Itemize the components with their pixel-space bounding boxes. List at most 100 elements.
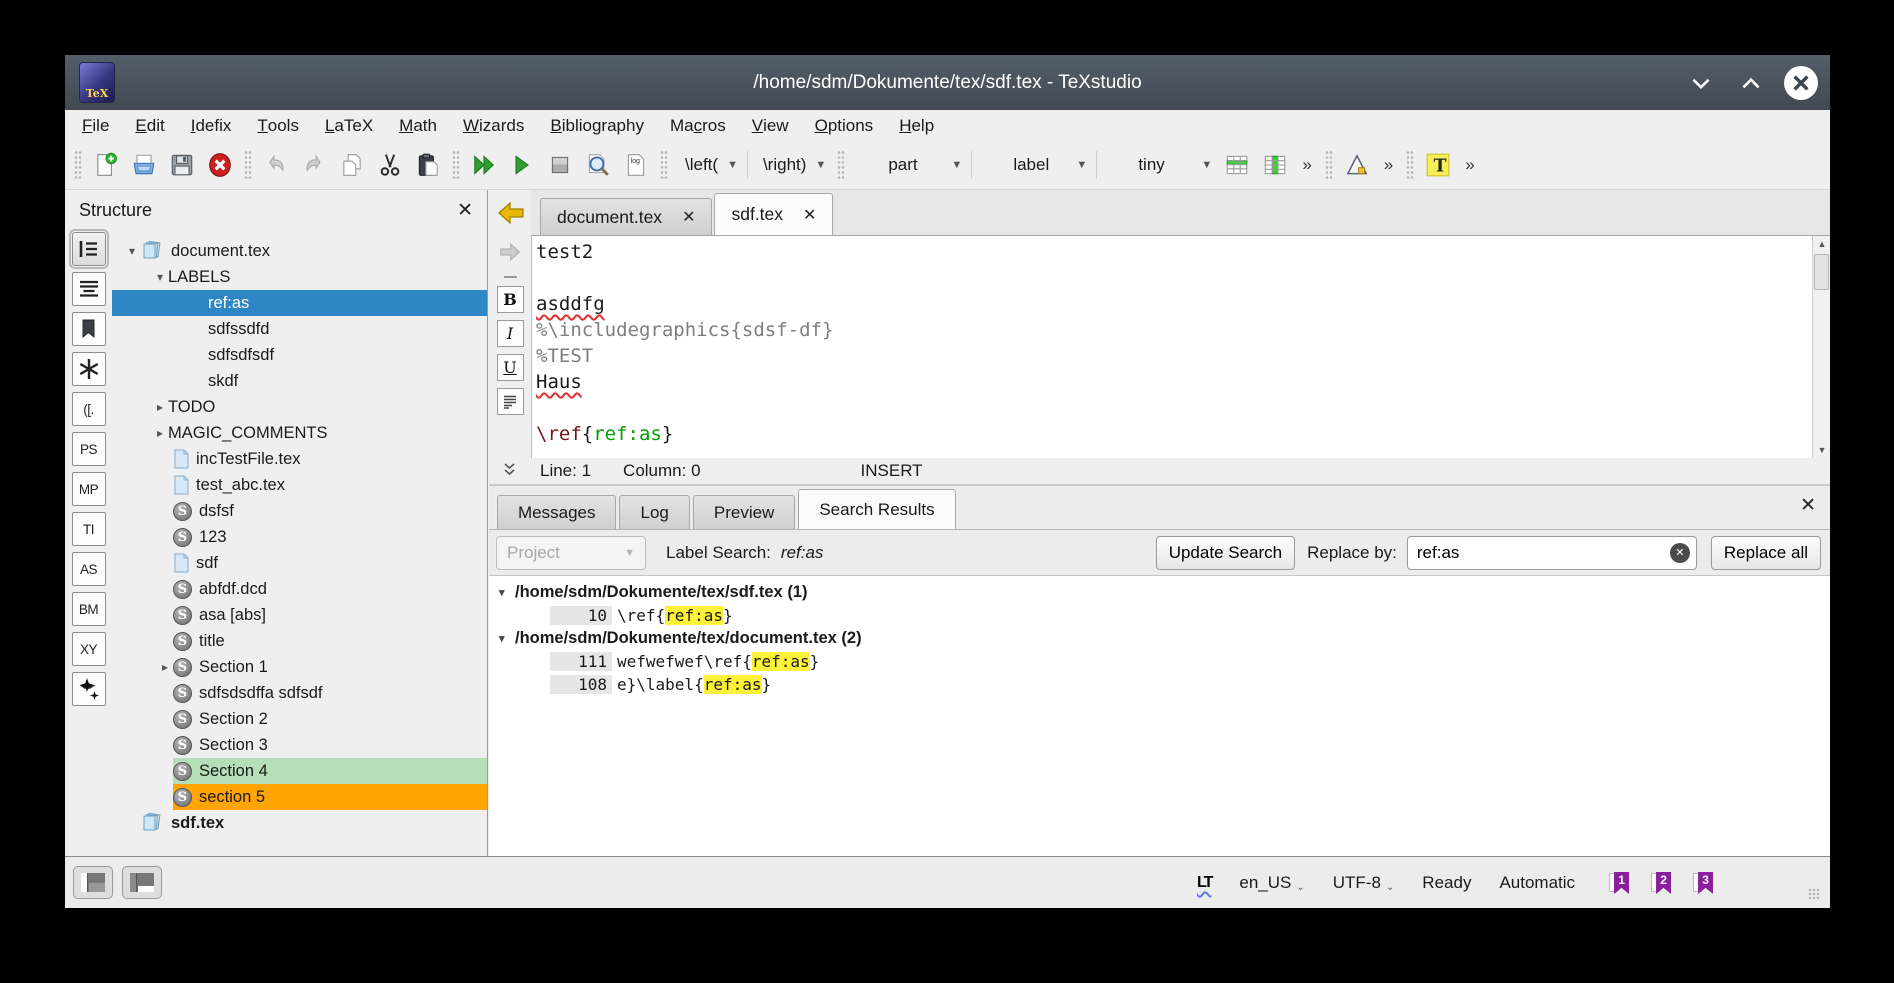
scrollbar-thumb[interactable]	[1814, 254, 1829, 290]
result-file-home-sdm-dokumente-tex-document-tex-2[interactable]: ▾/home/sdm/Dokumente/tex/document.tex (2…	[489, 627, 1830, 650]
expander-closed-icon[interactable]: ▸	[157, 660, 173, 674]
toolbar-overflow-icon[interactable]: »	[1294, 155, 1319, 175]
tree-item-sdfssdfd[interactable]: sdfssdfd	[112, 316, 487, 342]
panel-tab-messages[interactable]: Messages	[497, 495, 616, 529]
expander-closed-icon[interactable]: ▸	[152, 400, 168, 414]
replace-all-button[interactable]: Replace all	[1711, 536, 1821, 570]
document-lines-view-icon[interactable]	[72, 272, 106, 306]
build-and-view-icon[interactable]	[466, 147, 502, 183]
tree-item-inctestfile-tex[interactable]: incTestFile.tex	[112, 446, 487, 472]
table-add-row-icon[interactable]	[1219, 147, 1255, 183]
line-ending-indicator[interactable]: Automatic	[1499, 873, 1575, 893]
tree-item-abfdf-dcd[interactable]: Sabfdf.dcd	[112, 576, 487, 602]
languagetool-icon[interactable]: LT	[1197, 874, 1211, 892]
structure-view-icon[interactable]	[72, 232, 106, 266]
bookmarks-view-icon[interactable]	[72, 312, 106, 346]
tree-item-sdf[interactable]: sdf	[112, 550, 487, 576]
toolbar-grip[interactable]	[837, 150, 845, 180]
close-tab-icon[interactable]: ✕	[803, 205, 816, 225]
menu-math[interactable]: Math	[386, 110, 450, 141]
open-file-icon[interactable]	[126, 147, 162, 183]
close-structure-panel-icon[interactable]: ✕	[457, 199, 473, 222]
expander-closed-icon[interactable]: ▸	[152, 426, 168, 440]
menu-latex[interactable]: LaTeX	[312, 110, 386, 141]
underline-button[interactable]: U	[497, 354, 524, 381]
expander-open-icon[interactable]: ▾	[499, 586, 515, 599]
result-match-line-108[interactable]: 108e}\label{ref:as}	[489, 673, 1830, 696]
scroll-up-icon[interactable]: ▲	[1813, 236, 1831, 252]
menu-tools[interactable]: Tools	[244, 110, 312, 141]
bold-button[interactable]: B	[497, 286, 524, 313]
tree-item-sdfsdsdffa-sdfsdf[interactable]: Ssdfsdsdffa sdfsdf	[112, 680, 487, 706]
wizards-view-icon[interactable]	[72, 672, 106, 706]
tree-item-document-tex[interactable]: ▾document.tex	[112, 238, 487, 264]
copy-icon[interactable]	[334, 147, 370, 183]
tree-item-dsfsf[interactable]: Sdsfsf	[112, 498, 487, 524]
menu-options[interactable]: Options	[802, 110, 887, 141]
tree-item-section-4[interactable]: SSection 4	[112, 758, 487, 784]
symbols-view-icon[interactable]	[72, 352, 106, 386]
redo-icon[interactable]	[296, 147, 332, 183]
language-selector[interactable]: en_US ⌄	[1239, 873, 1304, 893]
new-document-icon[interactable]	[88, 147, 124, 183]
menu-view[interactable]: View	[739, 110, 802, 141]
cut-icon[interactable]	[372, 147, 408, 183]
undo-icon[interactable]	[258, 147, 294, 183]
tree-item-section-2[interactable]: SSection 2	[112, 706, 487, 732]
toolbar-grip[interactable]	[660, 150, 668, 180]
update-search-button[interactable]: Update Search	[1156, 536, 1295, 570]
editor-tab-document-tex[interactable]: document.tex✕	[540, 198, 712, 235]
asymptote-view-icon[interactable]: AS	[72, 552, 106, 586]
panel-tab-preview[interactable]: Preview	[693, 495, 795, 529]
toolbar-grip[interactable]	[74, 150, 82, 180]
editor-scrollbar[interactable]: ▲ ▼	[1812, 236, 1830, 458]
pstricks-view-icon[interactable]: PS	[72, 432, 106, 466]
toggle-structure-panel-button[interactable]	[73, 866, 113, 899]
format-text-icon[interactable]: T	[1420, 147, 1456, 183]
code-editor[interactable]: test2 asddfg%\includegraphics{sdsf-df}%T…	[531, 236, 1812, 458]
clear-input-icon[interactable]: ✕	[1670, 543, 1690, 563]
result-match-line-111[interactable]: 111wefwefwef\ref{ref:as}	[489, 650, 1830, 673]
view-log-icon[interactable]: log	[618, 147, 654, 183]
tree-item-title[interactable]: Stitle	[112, 628, 487, 654]
shade-window-button[interactable]	[1684, 66, 1718, 100]
editor-tab-sdf-tex[interactable]: sdf.tex✕	[714, 193, 833, 235]
paste-icon[interactable]	[410, 147, 446, 183]
close-window-button[interactable]	[1784, 66, 1818, 100]
toolbar-grip[interactable]	[1406, 150, 1414, 180]
toolbar-grip[interactable]	[244, 150, 252, 180]
close-tab-icon[interactable]: ✕	[682, 207, 695, 227]
menu-idefix[interactable]: Idefix	[178, 110, 245, 141]
tree-item-asa-abs[interactable]: Sasa [abs]	[112, 602, 487, 628]
sectioning-combo[interactable]: part▼	[850, 148, 968, 182]
fontsize-combo[interactable]: tiny▼	[1100, 148, 1218, 182]
toggle-bottom-panel-button[interactable]	[122, 866, 162, 899]
tree-item-123[interactable]: S123	[112, 524, 487, 550]
references-combo[interactable]: label▼	[975, 148, 1093, 182]
right-delimiter-combo[interactable]: \right)▼	[751, 148, 832, 182]
panel-tab-search-results[interactable]: Search Results	[798, 489, 955, 529]
close-document-icon[interactable]	[202, 147, 238, 183]
navigate-back-icon[interactable]	[496, 200, 526, 231]
tree-item-labels[interactable]: ▾LABELS	[112, 264, 487, 290]
tikz-view-icon[interactable]: TI	[72, 512, 106, 546]
tree-item-section-3[interactable]: SSection 3	[112, 732, 487, 758]
menu-wizards[interactable]: Wizards	[450, 110, 537, 141]
collapse-statusline-icon[interactable]	[503, 461, 516, 481]
encoding-selector[interactable]: UTF-8 ⌄	[1333, 873, 1395, 893]
tree-item-sdfsdfsdf[interactable]: sdfsdfsdf	[112, 342, 487, 368]
tree-item-sdf-tex[interactable]: sdf.tex	[112, 810, 487, 836]
close-bottom-panel-icon[interactable]: ✕	[1800, 494, 1816, 517]
replace-input[interactable]	[1407, 536, 1697, 570]
tree-item-section-1[interactable]: ▸SSection 1	[112, 654, 487, 680]
result-file-home-sdm-dokumente-tex-sdf-tex-1[interactable]: ▾/home/sdm/Dokumente/tex/sdf.tex (1)	[489, 581, 1830, 604]
navigate-forward-icon[interactable]	[497, 242, 523, 267]
table-add-column-icon[interactable]	[1257, 147, 1293, 183]
menu-help[interactable]: Help	[886, 110, 947, 141]
save-file-icon[interactable]	[164, 147, 200, 183]
panel-tab-log[interactable]: Log	[619, 495, 689, 529]
justify-button[interactable]	[497, 388, 524, 415]
menu-macros[interactable]: Macros	[657, 110, 739, 141]
brackets-view-icon[interactable]: ([.	[72, 392, 106, 426]
result-match-line-10[interactable]: 10\ref{ref:as}	[489, 604, 1830, 627]
